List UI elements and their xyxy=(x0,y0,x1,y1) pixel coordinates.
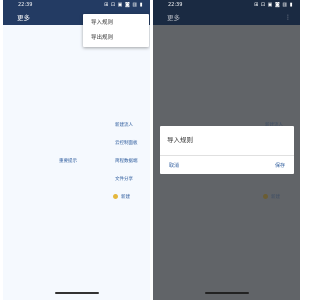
status-bar: 22:39 ⊞ ⊡ ▣ ◙ ▥ ▮ xyxy=(3,0,150,11)
tree-child-node[interactable]: 新建流人 xyxy=(115,122,133,128)
tree-child-node[interactable]: 文件分享 xyxy=(115,176,133,182)
status-icons: ⊞ ⊡ ▣ ◙ ▥ ▮ xyxy=(254,2,293,8)
status-bar: 22:39 ⊞ ⊡ ▣ ◙ ▥ ▮ xyxy=(153,0,300,11)
import-rules-dialog: 导入规则 取消 保存 xyxy=(160,126,294,174)
save-button[interactable]: 保存 xyxy=(275,162,285,169)
status-time: 22:39 xyxy=(18,2,33,8)
right-screen: 22:39 ⊞ ⊡ ▣ ◙ ▥ ▮ 更多 ⋮ 新建流人 云控制面板 新建 导入规… xyxy=(153,0,300,300)
add-node-icon[interactable] xyxy=(113,194,118,199)
gesture-nav-handle[interactable] xyxy=(205,292,249,294)
status-icons: ⊞ ⊡ ▣ ◙ ▥ ▮ xyxy=(104,2,143,8)
status-time: 22:39 xyxy=(168,2,183,8)
dialog-divider xyxy=(160,155,294,156)
menu-item-export-rules[interactable]: 导出规则 xyxy=(91,33,113,41)
page-title: 更多 xyxy=(17,14,30,22)
add-node-label: 新建 xyxy=(271,195,280,200)
left-screen: 22:39 ⊞ ⊡ ▣ ◙ ▥ ▮ 更多 ⋮ 重要提示 新建流人 云控制面板 简… xyxy=(3,0,150,300)
page-title: 更多 xyxy=(167,14,180,22)
tree-root-node[interactable]: 重要提示 xyxy=(59,158,77,164)
menu-item-import-rules[interactable]: 导入规则 xyxy=(91,18,113,26)
more-menu-icon[interactable]: ⋮ xyxy=(285,11,291,25)
cancel-button[interactable]: 取消 xyxy=(169,162,179,169)
tree-child-node[interactable]: 简程数据端 xyxy=(115,158,138,164)
overflow-popup-menu: 导入规则 导出规则 xyxy=(83,14,149,47)
dialog-title: 导入规则 xyxy=(167,136,193,144)
gesture-nav-handle[interactable] xyxy=(55,292,99,294)
add-node-label[interactable]: 新建 xyxy=(121,194,130,200)
add-node-icon xyxy=(263,194,268,199)
tree-child-node[interactable]: 云控制面板 xyxy=(115,140,138,146)
app-bar: 更多 ⋮ xyxy=(153,11,300,25)
